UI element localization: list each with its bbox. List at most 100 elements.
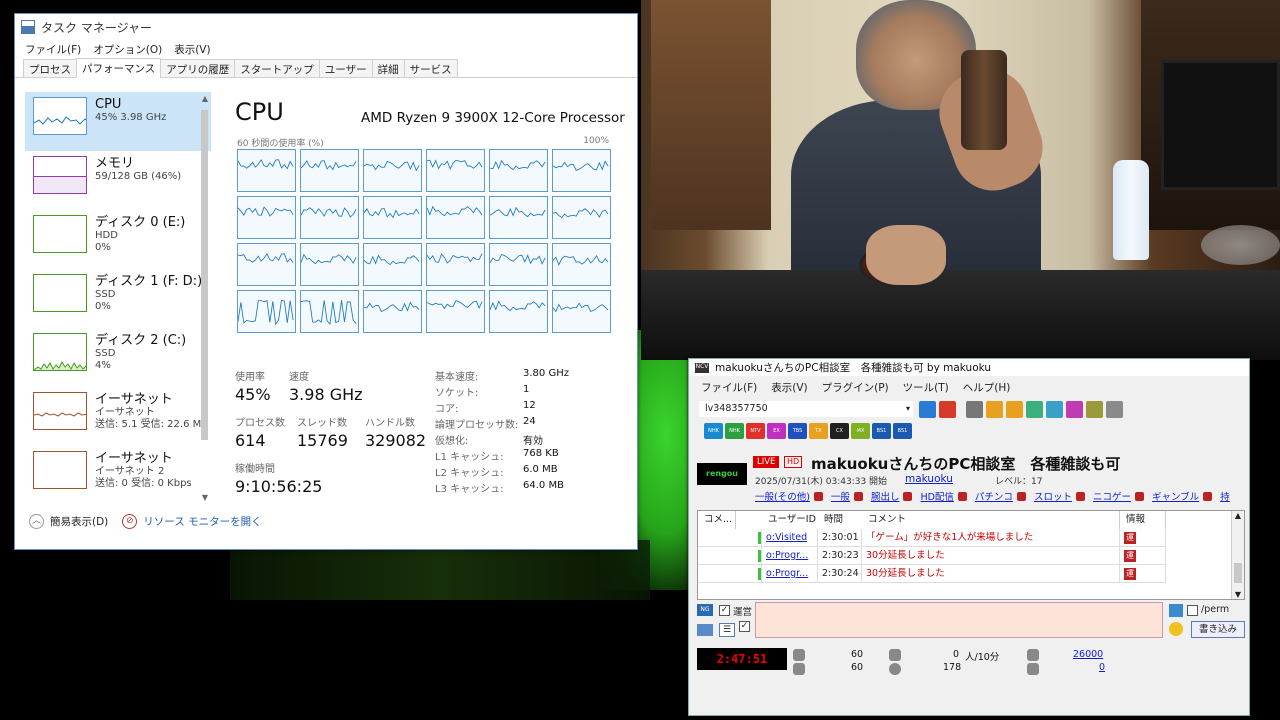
- menu-file[interactable]: ファイル(F): [25, 42, 81, 57]
- tag-link[interactable]: HD配信: [920, 492, 953, 503]
- tag-edit-icon[interactable]: [957, 492, 967, 501]
- tag-link[interactable]: ニコゲー: [1093, 492, 1131, 503]
- pen-icon[interactable]: [1169, 604, 1183, 617]
- tag-edit-icon[interactable]: [853, 492, 863, 501]
- status-bar: 2:47:51 60 60 0 人/10分 178 26000 0: [697, 645, 1245, 685]
- download-icon[interactable]: [1026, 400, 1043, 418]
- logical-processor-graph: [552, 290, 611, 333]
- open-icon[interactable]: [966, 400, 983, 418]
- tab-users[interactable]: ユーザー: [318, 59, 373, 77]
- post-button[interactable]: 書き込み: [1191, 621, 1245, 638]
- scroll-down-icon[interactable]: ▼: [199, 493, 211, 502]
- col-time[interactable]: 時間: [818, 511, 862, 529]
- tag-link[interactable]: 持: [1220, 492, 1230, 503]
- tag-edit-icon[interactable]: [903, 492, 913, 501]
- search-icon[interactable]: [1066, 400, 1083, 418]
- tag-link[interactable]: 一般(その他): [755, 492, 810, 503]
- channel-ex[interactable]: EX: [767, 423, 786, 439]
- channel-ntv[interactable]: NTV: [746, 423, 765, 439]
- resource-monitor-link[interactable]: リソース モニターを開く: [143, 514, 261, 529]
- menu-help[interactable]: ヘルプ(H): [963, 380, 1011, 395]
- sidebar-scrollbar[interactable]: ▲ ▼: [199, 94, 211, 502]
- tab-processes[interactable]: プロセス: [23, 59, 77, 77]
- cell-user[interactable]: o:Progr...: [762, 565, 818, 583]
- channel-bs1b[interactable]: BS1: [893, 423, 912, 439]
- tag-link[interactable]: 一般: [831, 492, 850, 503]
- sidebar-item-disk0[interactable]: ディスク 0 (E:) HDD 0%: [25, 210, 211, 269]
- tag-link[interactable]: パチンコ: [975, 492, 1013, 503]
- menu-file[interactable]: ファイル(F): [701, 380, 757, 395]
- spec-key: 論理プロセッサ数:: [435, 420, 519, 431]
- cell-user[interactable]: o:Visited: [762, 529, 818, 547]
- sidebar-item-disk2[interactable]: ディスク 2 (C:) SSD 4%: [25, 328, 211, 387]
- tag-edit-icon[interactable]: [1134, 492, 1144, 501]
- channel-mx[interactable]: MX: [851, 423, 870, 439]
- channel-bs1[interactable]: BS1: [872, 423, 891, 439]
- option-checkbox[interactable]: ✓: [739, 621, 750, 632]
- scroll-up-icon[interactable]: ▲: [1232, 511, 1244, 520]
- col-comment[interactable]: コメント: [862, 511, 1120, 529]
- chevron-up-icon[interactable]: ︿: [29, 514, 44, 529]
- tag-edit-icon[interactable]: [1075, 492, 1085, 501]
- users-icon[interactable]: [1046, 400, 1063, 418]
- title-bar[interactable]: NCV makuokuさんちのPC相談室 各種雑談も可 by makuoku: [689, 359, 1249, 376]
- menu-tools[interactable]: ツール(T): [903, 380, 949, 395]
- perm-checkbox[interactable]: [1187, 605, 1198, 616]
- owner-link[interactable]: makuoku: [905, 473, 953, 485]
- tab-performance[interactable]: パフォーマンス: [76, 58, 162, 78]
- tab-startup[interactable]: スタートアップ: [234, 59, 320, 77]
- tag-edit-icon[interactable]: [1016, 492, 1026, 501]
- scroll-thumb[interactable]: [1234, 563, 1242, 583]
- menu-view[interactable]: 表示(V): [174, 42, 210, 57]
- connect-icon[interactable]: [919, 400, 936, 418]
- tab-details[interactable]: 詳細: [371, 59, 405, 77]
- gear-icon[interactable]: [1106, 400, 1123, 418]
- channel-nhk-e[interactable]: NHK: [725, 423, 744, 439]
- sidebar-item-ethernet1[interactable]: イーサネット イーサネット 送信: 5.1 受信: 22.6 M: [25, 387, 211, 446]
- sidebar-item-ethernet2[interactable]: イーサネット イーサネット 2 送信: 0 受信: 0 Kbps: [25, 446, 211, 500]
- channel-nhk[interactable]: NHK: [704, 423, 723, 439]
- table-row[interactable]: o:Visited 2:30:01 「ゲーム」が好きな1人が来場しました運: [698, 529, 1166, 547]
- comment-scrollbar[interactable]: ▲ ▼: [1231, 511, 1244, 599]
- ethernet1-mini-graph: [33, 392, 87, 430]
- tag-edit-icon[interactable]: [813, 492, 823, 501]
- table-row[interactable]: o:Progr... 2:30:24 30分延長しました運: [698, 565, 1166, 583]
- tab-app-history[interactable]: アプリの履歴: [160, 59, 236, 77]
- title-bar[interactable]: タスク マネージャー: [15, 14, 637, 40]
- menu-plugin[interactable]: プラグイン(P): [822, 380, 889, 395]
- tag-link[interactable]: スロット: [1034, 492, 1072, 503]
- cell-user[interactable]: o:Progr...: [762, 547, 818, 565]
- col-info[interactable]: 情報: [1120, 511, 1166, 529]
- sidebar-item-disk1[interactable]: ディスク 1 (F: D:) SSD 0%: [25, 269, 211, 328]
- keyboard-icon[interactable]: [697, 624, 713, 636]
- tab-services[interactable]: サービス: [403, 59, 458, 77]
- sidebar-item-cpu[interactable]: CPU 45% 3.98 GHz: [25, 92, 211, 151]
- scroll-thumb[interactable]: [201, 110, 208, 440]
- ng-button[interactable]: NG: [697, 604, 713, 616]
- less-details-link[interactable]: 簡易表示(D): [50, 514, 108, 529]
- smiley-icon[interactable]: [1169, 622, 1183, 636]
- col-comment-no[interactable]: コメ...: [698, 511, 736, 529]
- sidebar-item-memory[interactable]: メモリ 59/128 GB (46%): [25, 151, 211, 210]
- disconnect-icon[interactable]: [939, 400, 956, 418]
- scroll-up-icon[interactable]: ▲: [199, 94, 211, 103]
- tag-edit-icon[interactable]: [1203, 492, 1213, 501]
- channel-tbs[interactable]: TBS: [788, 423, 807, 439]
- channel-tx[interactable]: TX: [809, 423, 828, 439]
- scroll-down-icon[interactable]: ▼: [1232, 590, 1244, 599]
- folder-icon[interactable]: [1006, 400, 1023, 418]
- list-icon[interactable]: ☰: [719, 623, 735, 637]
- tag-link[interactable]: ギャンブル: [1152, 492, 1199, 503]
- menu-view[interactable]: 表示(V): [771, 380, 807, 395]
- stat-ad-points[interactable]: 26000: [1073, 649, 1103, 660]
- menu-options[interactable]: オプション(O): [93, 42, 162, 57]
- channel-cx[interactable]: CX: [830, 423, 849, 439]
- comment-input[interactable]: [755, 602, 1163, 638]
- unei-checkbox[interactable]: ✓: [719, 605, 730, 616]
- table-row[interactable]: o:Progr... 2:30:23 30分延長しました運: [698, 547, 1166, 565]
- stat-gift-points[interactable]: 0: [1099, 662, 1105, 673]
- tag-link[interactable]: 腕出し: [871, 492, 900, 503]
- save-icon[interactable]: [986, 400, 1003, 418]
- plugin-icon[interactable]: [1086, 400, 1103, 418]
- live-id-combobox[interactable]: lv348357750: [699, 401, 913, 417]
